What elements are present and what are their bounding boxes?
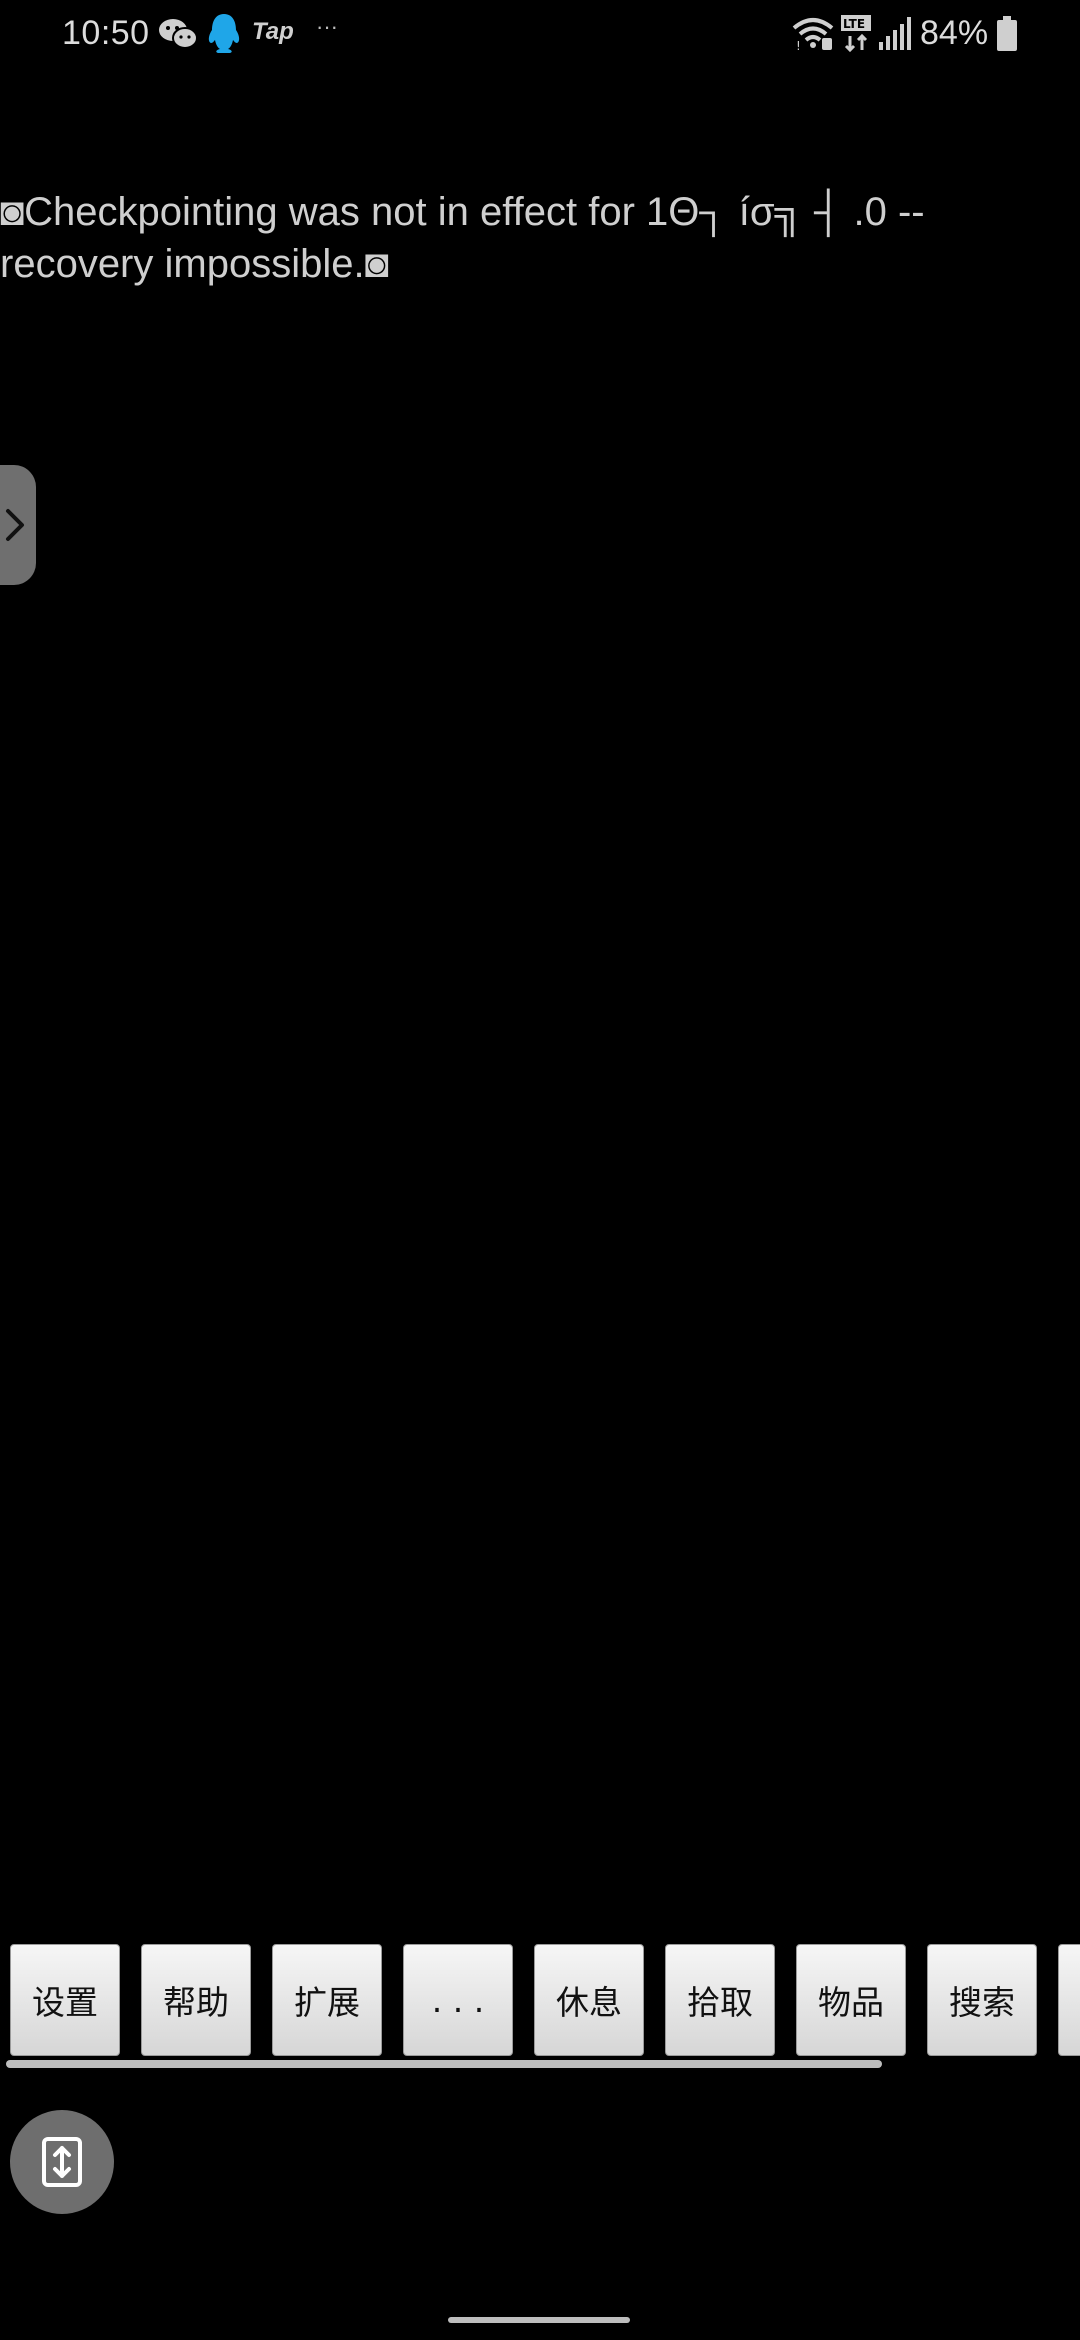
expand-vertical-icon bbox=[42, 2137, 82, 2187]
chevron-right-icon bbox=[6, 509, 24, 541]
battery-percentage: 84% bbox=[920, 14, 989, 52]
search-button[interactable]: 搜索 bbox=[927, 1944, 1037, 2056]
svg-text:LTE: LTE bbox=[843, 17, 865, 31]
wechat-icon bbox=[159, 19, 198, 49]
svg-text:!: ! bbox=[796, 39, 801, 52]
status-bar: 10:50 Tap ··· ! LTE 84% bbox=[0, 0, 1080, 70]
rest-button[interactable]: 休息 bbox=[534, 1944, 644, 2056]
inventory-button[interactable]: 物品 bbox=[796, 1944, 906, 2056]
keyboard-toggle-button[interactable] bbox=[10, 2110, 114, 2214]
more-button[interactable]: . . . bbox=[403, 1944, 513, 2056]
side-drawer-handle[interactable] bbox=[0, 465, 36, 585]
command-bar-scrollbar[interactable] bbox=[6, 2060, 882, 2068]
status-time: 10:50 bbox=[62, 14, 150, 52]
more-notifications-indicator: ··· bbox=[316, 14, 338, 39]
battery-icon bbox=[997, 16, 1017, 51]
home-gesture-bar[interactable] bbox=[448, 2317, 630, 2323]
extend-button[interactable]: 扩展 bbox=[272, 1944, 382, 2056]
terminal-message: ◙Checkpointing was not in effect for 1Θ┐… bbox=[0, 190, 936, 286]
tap-notification-label: Tap bbox=[252, 18, 294, 45]
signal-icon bbox=[879, 17, 911, 50]
lte-icon: LTE bbox=[841, 15, 871, 53]
command-bar[interactable]: 设置 帮助 扩展 . . . 休息 拾取 物品 搜索 bbox=[0, 1944, 1080, 2060]
pickup-button[interactable]: 拾取 bbox=[665, 1944, 775, 2056]
wifi-icon: ! bbox=[792, 18, 834, 52]
qq-icon bbox=[208, 14, 240, 53]
help-button[interactable]: 帮助 bbox=[141, 1944, 251, 2056]
overflow-button[interactable] bbox=[1058, 1944, 1080, 2056]
settings-button[interactable]: 设置 bbox=[10, 1944, 120, 2056]
